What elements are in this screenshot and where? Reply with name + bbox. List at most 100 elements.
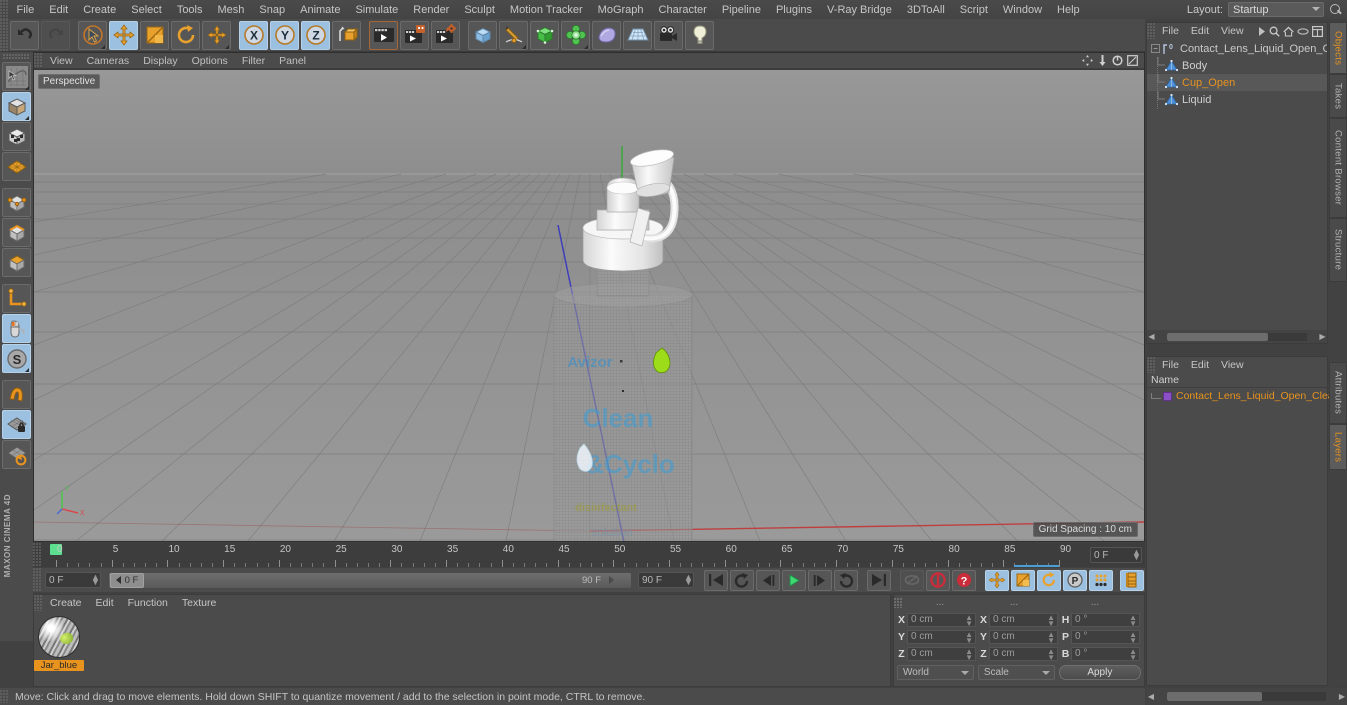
object-row-cup-open[interactable]: Cup_Open xyxy=(1147,74,1327,91)
add-generator-button[interactable] xyxy=(530,20,559,50)
add-floor-button[interactable] xyxy=(623,20,652,50)
menu-item-render[interactable]: Render xyxy=(406,0,457,20)
render-settings-button[interactable] xyxy=(431,20,460,50)
menu-item-mograph[interactable]: MoGraph xyxy=(590,0,651,20)
add-scene-object-button[interactable] xyxy=(592,20,621,50)
scale-tool-button[interactable] xyxy=(140,20,169,50)
tab-objects[interactable]: Objects xyxy=(1329,22,1347,74)
autokey-link-button[interactable] xyxy=(900,569,924,591)
menu-item-plugins[interactable]: Plugins xyxy=(768,0,819,20)
layout-icon[interactable] xyxy=(1312,25,1323,37)
status-grip[interactable] xyxy=(0,690,9,703)
add-spline-button[interactable] xyxy=(499,20,528,50)
scroll-left-arrow-icon[interactable]: ◀ xyxy=(1147,332,1156,341)
coordinate-system-button[interactable] xyxy=(332,20,361,50)
key-scale-button[interactable] xyxy=(1011,569,1035,591)
playback-grip[interactable] xyxy=(33,568,42,592)
frame-start-field[interactable]: 0 F ▲ ▼ xyxy=(45,572,101,588)
play-arrow-icon[interactable] xyxy=(1258,26,1266,36)
object-manager-hscrollbar[interactable]: ◀ ▶ xyxy=(1147,330,1327,343)
menu-item-file[interactable]: File xyxy=(9,0,42,20)
viewport-menu-options[interactable]: Options xyxy=(185,53,235,69)
render-to-picture-viewer-button[interactable] xyxy=(400,20,429,50)
object-menu-edit[interactable]: Edit xyxy=(1185,23,1215,39)
menu-item-select[interactable]: Select xyxy=(124,0,170,20)
scroll-thumb[interactable] xyxy=(1167,332,1268,341)
material-sphere-preview[interactable] xyxy=(38,616,80,658)
spinner-icon[interactable]: ▲ ▼ xyxy=(965,647,973,661)
selection-tools-button[interactable] xyxy=(2,62,31,91)
layer-menu-view[interactable]: View xyxy=(1215,357,1250,373)
previous-key-button[interactable] xyxy=(730,569,754,591)
key-pla-button[interactable] xyxy=(1089,569,1113,591)
scroll-right-arrow-icon[interactable]: ▶ xyxy=(1318,332,1327,341)
tab-structure[interactable]: Structure xyxy=(1329,218,1347,282)
spinner-icon[interactable]: ▲ ▼ xyxy=(91,573,100,587)
viewport-solo-button[interactable] xyxy=(2,314,31,343)
layer-manager-grip[interactable] xyxy=(1147,357,1156,373)
axis-modification-button[interactable] xyxy=(2,284,31,313)
layer-manager-hscrollbar[interactable]: ◀ ▶ xyxy=(1146,688,1347,705)
material-grip[interactable] xyxy=(34,595,43,611)
points-mode-button[interactable] xyxy=(2,188,31,217)
layer-menu-edit[interactable]: Edit xyxy=(1185,357,1215,373)
viewport-3d-scene[interactable]: Avizor Clean &Cyclo disinfectant solutio… xyxy=(34,70,1144,541)
pan-icon[interactable] xyxy=(1082,55,1093,66)
menu-item-edit[interactable]: Edit xyxy=(42,0,76,20)
size-x-field[interactable]: 0 cm ▲ ▼ xyxy=(989,612,1058,627)
preview-end-field[interactable]: 90 F ▲ ▼ xyxy=(638,572,694,588)
texture-mode-button[interactable] xyxy=(2,122,31,151)
add-camera-button[interactable] xyxy=(654,20,683,50)
lock-workplane-button[interactable] xyxy=(2,410,31,439)
go-to-start-button[interactable] xyxy=(704,569,728,591)
rotation-b-field[interactable]: 0 ° ▲ ▼ xyxy=(1071,646,1140,661)
edges-mode-button[interactable] xyxy=(2,218,31,247)
object-row-root[interactable]: − 0 Contact_Lens_Liquid_Open_Clear_F xyxy=(1147,40,1327,57)
layer-color-swatch[interactable] xyxy=(1163,391,1172,401)
rotate-tool-button[interactable] xyxy=(171,20,200,50)
play-button[interactable] xyxy=(782,569,806,591)
menu-item-help[interactable]: Help xyxy=(1050,0,1088,20)
z-axis-lock-button[interactable]: Z xyxy=(301,20,330,50)
tab-content-browser[interactable]: Content Browser xyxy=(1329,118,1347,218)
menu-item-animate[interactable]: Animate xyxy=(293,0,348,20)
timeline-grip[interactable] xyxy=(33,543,42,567)
material-menu-create[interactable]: Create xyxy=(43,595,89,611)
layer-row[interactable]: Contact_Lens_Liquid_Open_Clear_ xyxy=(1147,388,1343,404)
viewport-menu-cameras[interactable]: Cameras xyxy=(80,53,137,69)
live-selection-button[interactable] xyxy=(78,20,107,50)
object-row-liquid[interactable]: Liquid xyxy=(1147,91,1327,108)
camera-name-tag[interactable]: Perspective xyxy=(38,74,101,89)
viewport-menu-display[interactable]: Display xyxy=(136,53,184,69)
coordinates-grip[interactable] xyxy=(894,597,903,608)
size-z-field[interactable]: 0 cm ▲ ▼ xyxy=(989,646,1058,661)
render-view-button[interactable] xyxy=(369,20,398,50)
viewport-canvas[interactable]: Avizor Clean &Cyclo disinfectant solutio… xyxy=(34,70,1144,541)
spinner-icon[interactable]: ▲ ▼ xyxy=(1047,613,1055,627)
material-item[interactable]: Jar_blue xyxy=(34,616,84,671)
model-mode-button[interactable] xyxy=(2,92,31,121)
spinner-icon[interactable]: ▲ ▼ xyxy=(1129,630,1137,644)
material-name[interactable]: Jar_blue xyxy=(34,660,84,671)
menu-item-tools[interactable]: Tools xyxy=(169,0,210,20)
material-list[interactable]: Jar_blue xyxy=(34,612,890,686)
spinner-icon[interactable]: ▲ ▼ xyxy=(1047,647,1055,661)
key-rotation-button[interactable] xyxy=(1037,569,1061,591)
tab-layers[interactable]: Layers xyxy=(1329,424,1347,470)
menu-item-motion-tracker[interactable]: Motion Tracker xyxy=(502,0,590,20)
move-axis-button[interactable] xyxy=(202,20,231,50)
polygons-mode-button[interactable] xyxy=(2,248,31,277)
rotate-icon[interactable] xyxy=(1112,55,1123,66)
scroll-track[interactable] xyxy=(1167,692,1326,701)
play-right-arrow-icon[interactable] xyxy=(607,576,615,584)
y-axis-lock-button[interactable]: Y xyxy=(270,20,299,50)
menu-grip[interactable] xyxy=(0,0,9,19)
workplane-mode-button[interactable] xyxy=(2,152,31,181)
object-menu-file[interactable]: File xyxy=(1156,23,1185,39)
add-deformer-button[interactable] xyxy=(561,20,590,50)
magnifier-icon[interactable] xyxy=(1269,26,1280,37)
menu-item-vray-bridge[interactable]: V-Ray Bridge xyxy=(820,0,900,20)
menu-item-snap[interactable]: Snap xyxy=(252,0,293,20)
zoom-icon[interactable] xyxy=(1097,55,1108,66)
rotation-h-field[interactable]: 0 ° ▲ ▼ xyxy=(1071,612,1140,627)
